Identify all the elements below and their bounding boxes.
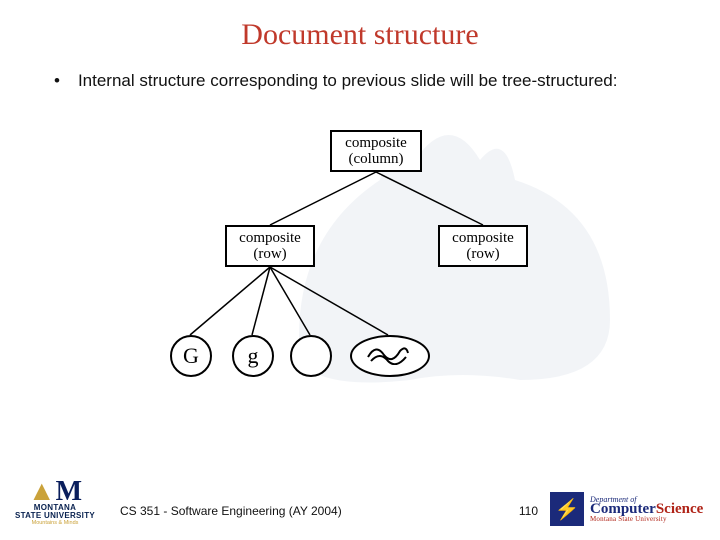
- page-number: 110: [519, 504, 550, 526]
- leaf-g: g: [232, 335, 274, 377]
- leaf-G: G: [170, 335, 212, 377]
- bolt-icon: ⚡: [555, 497, 580, 522]
- content-area: Internal structure corresponding to prev…: [0, 52, 720, 93]
- node-root-line1: composite: [345, 135, 407, 152]
- node-root: composite (column): [330, 130, 422, 172]
- node-right-line2: (row): [466, 246, 499, 263]
- squiggle-icon: [366, 343, 410, 365]
- msu-m-icon: ▲M: [28, 479, 82, 504]
- bullet-list: Internal structure corresponding to prev…: [50, 70, 670, 93]
- node-right-line1: composite: [452, 230, 514, 247]
- node-left-line1: composite: [239, 230, 301, 247]
- msu-name-bottom: STATE UNIVERSITY: [15, 512, 95, 520]
- msu-logo: ▲M MONTANA STATE UNIVERSITY Mountains & …: [0, 479, 110, 526]
- cs-dept-logo: ⚡ Department of ComputerScience Montana …: [550, 492, 720, 526]
- footer: ▲M MONTANA STATE UNIVERSITY Mountains & …: [0, 466, 720, 526]
- cs-main-label: ComputerScience: [590, 503, 703, 517]
- cs-shield-icon: ⚡: [550, 492, 584, 526]
- leaf-empty: [290, 335, 332, 377]
- node-left-line2: (row): [253, 246, 286, 263]
- tree-diagram: composite (column) composite (row) compo…: [170, 130, 590, 390]
- msu-tagline: Mountains & Minds: [32, 520, 79, 526]
- cs-uni-label: Montana State University: [590, 516, 703, 522]
- course-label: CS 351 - Software Engineering (AY 2004): [120, 504, 342, 526]
- node-right: composite (row): [438, 225, 528, 267]
- node-root-line2: (column): [349, 151, 404, 168]
- bullet-item: Internal structure corresponding to prev…: [50, 70, 670, 93]
- node-left: composite (row): [225, 225, 315, 267]
- slide-title: Document structure: [0, 0, 720, 52]
